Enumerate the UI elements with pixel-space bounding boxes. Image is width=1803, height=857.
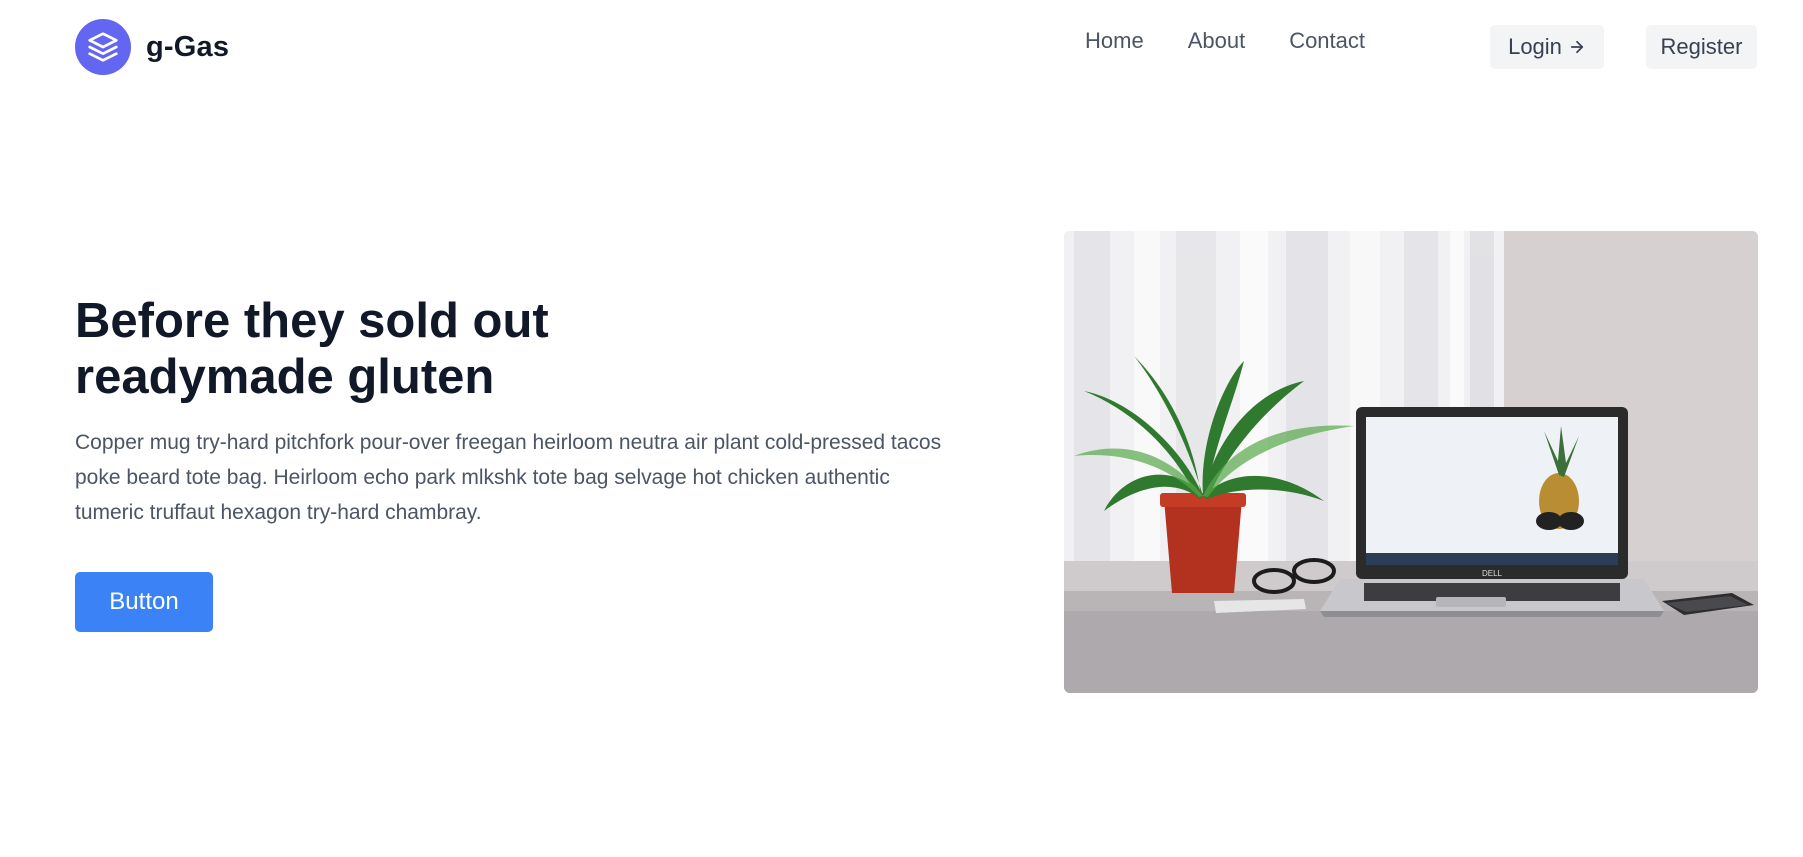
svg-text:DELL: DELL	[1482, 569, 1503, 578]
brand[interactable]: g-Gas	[75, 19, 229, 75]
register-label: Register	[1660, 34, 1743, 59]
hero-image: DELL	[1064, 231, 1758, 693]
layers-icon	[75, 19, 131, 75]
hero-description: Copper mug try-hard pitchfork pour-over …	[75, 431, 942, 524]
hero-title: Before they sold out readymade gluten	[75, 293, 715, 405]
hero-button[interactable]: Button	[75, 572, 213, 632]
login-button[interactable]: Login	[1490, 25, 1604, 69]
brand-name: g-Gas	[146, 30, 230, 63]
hero-title-line-2: readymade gluten	[75, 350, 495, 404]
nav-link-home[interactable]: Home	[1085, 28, 1144, 54]
nav-link-about[interactable]: About	[1188, 28, 1246, 54]
main-nav: Home About Contact	[1085, 28, 1365, 54]
register-button[interactable]: Register	[1646, 25, 1757, 69]
hero-title-line-1: Before they sold out	[75, 294, 549, 348]
arrow-right-icon	[1568, 38, 1586, 56]
nav-link-contact[interactable]: Contact	[1289, 28, 1365, 54]
site-header: g-Gas Home About Contact Login Register	[0, 0, 1803, 94]
login-label: Login	[1508, 34, 1562, 59]
